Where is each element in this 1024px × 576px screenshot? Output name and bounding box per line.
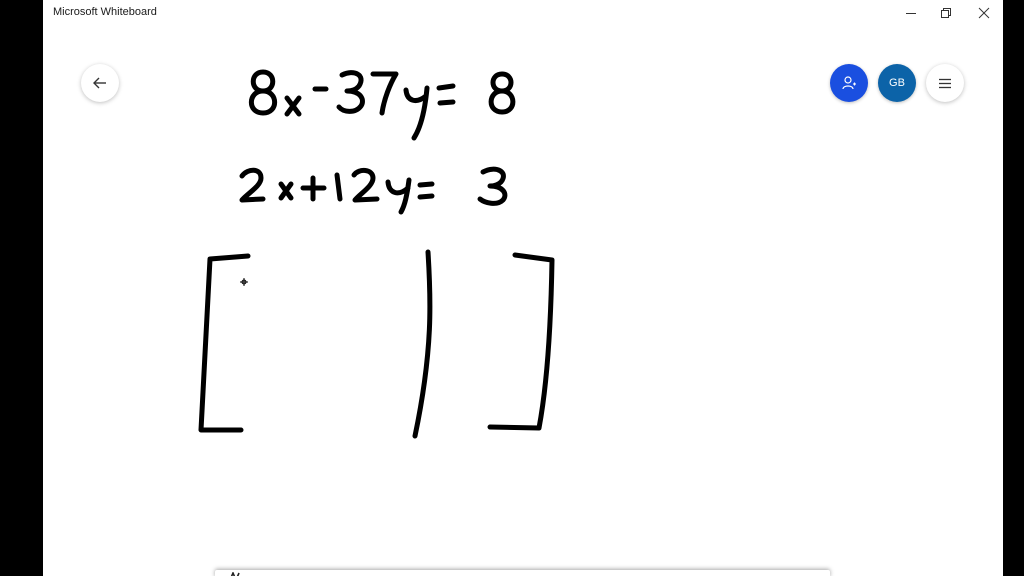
close-button[interactable] — [961, 0, 1003, 26]
whiteboard-window: Microsoft Whiteboard GB — [43, 0, 1003, 576]
whiteboard-canvas[interactable] — [43, 26, 1003, 576]
invite-button[interactable] — [830, 64, 868, 102]
close-icon — [978, 7, 990, 19]
back-button[interactable] — [81, 64, 119, 102]
person-add-icon — [842, 76, 856, 90]
account-initials: GB — [889, 77, 905, 89]
pen-tool-icon[interactable] — [229, 572, 241, 576]
ink-drawing — [198, 69, 555, 439]
menu-button[interactable] — [926, 64, 964, 102]
ink-toolbar[interactable] — [215, 570, 830, 576]
minimize-icon — [906, 13, 916, 14]
hamburger-menu-icon — [939, 78, 951, 89]
pen-cursor-icon — [240, 278, 248, 286]
ink-equation-2 — [239, 166, 508, 215]
ink-equation-1 — [248, 69, 516, 141]
ink-matrix-bracket — [198, 249, 555, 439]
title-bar: Microsoft Whiteboard — [43, 0, 1003, 26]
app-title: Microsoft Whiteboard — [53, 6, 157, 18]
account-avatar[interactable]: GB — [878, 64, 916, 102]
arrow-left-icon — [93, 77, 106, 89]
restore-icon — [941, 8, 951, 18]
